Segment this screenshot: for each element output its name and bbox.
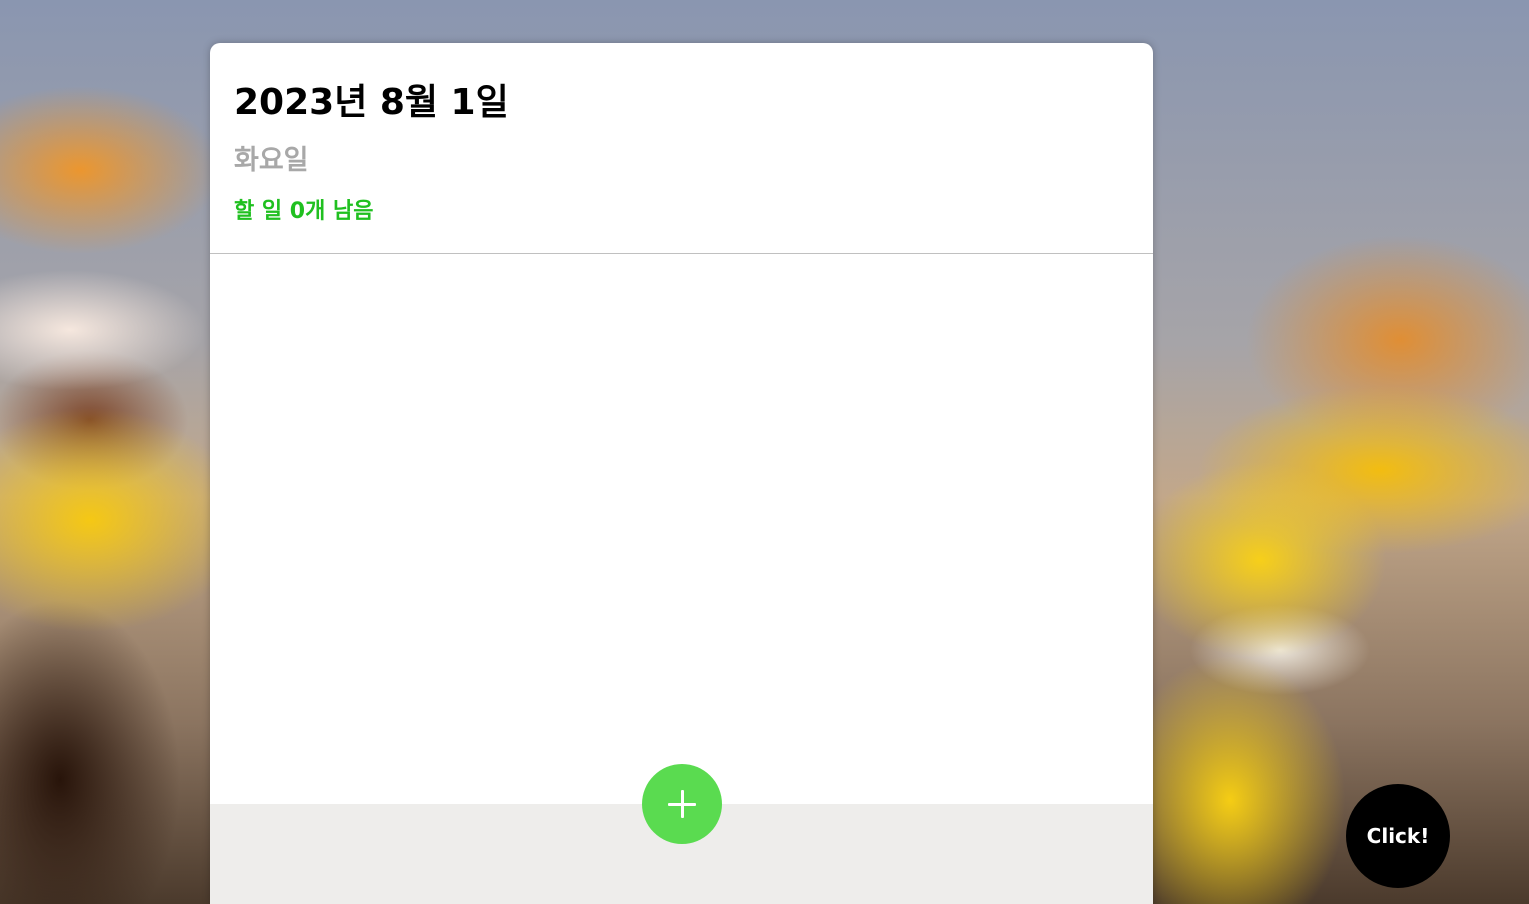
tasks-remaining-count: 할 일 0개 남음: [234, 199, 374, 224]
todo-list: [210, 254, 1153, 804]
date-title: 2023년 8월 1일: [234, 82, 509, 123]
plus-icon: [668, 790, 696, 818]
add-todo-button[interactable]: [642, 764, 722, 844]
weekday-label: 화요일: [234, 145, 309, 176]
todo-card: 2023년 8월 1일 화요일 할 일 0개 남음: [210, 43, 1153, 904]
click-button[interactable]: Click!: [1346, 784, 1450, 888]
todo-header: 2023년 8월 1일 화요일 할 일 0개 남음: [210, 43, 1153, 254]
